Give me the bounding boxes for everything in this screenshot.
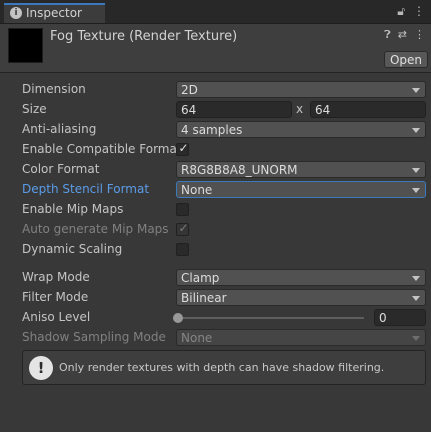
shadow-sampling-mode-label: Shadow Sampling Mode — [22, 330, 166, 344]
filter-mode-row: Filter Mode Bilinear — [0, 288, 431, 308]
help-box: ! Only render textures with depth can ha… — [22, 350, 426, 385]
dimension-dropdown[interactable]: 2D — [176, 81, 426, 98]
tab-inspector-label: Inspector — [26, 6, 82, 20]
size-width-field[interactable]: 64 — [176, 101, 292, 118]
chevron-down-icon — [412, 336, 420, 341]
enable-compatible-format-checkbox[interactable]: ✓ — [176, 141, 189, 156]
dynamic-scaling-row: Dynamic Scaling — [0, 240, 431, 260]
info-icon: i — [10, 7, 22, 19]
preset-icon[interactable]: ⇄ — [398, 28, 407, 42]
dimension-value: 2D — [181, 83, 198, 97]
chevron-down-icon — [412, 276, 420, 281]
wrap-mode-value: Clamp — [181, 271, 220, 285]
open-button[interactable]: Open — [384, 51, 428, 68]
checkmark-icon: ✓ — [178, 221, 189, 235]
more-vert-icon[interactable]: ⋮ — [413, 4, 425, 19]
wrap-mode-label: Wrap Mode — [22, 270, 90, 284]
enable-compatible-format-row: Enable Compatible Format ✓ — [0, 140, 431, 160]
asset-thumbnail — [8, 28, 43, 63]
enable-mip-maps-row: Enable Mip Maps — [0, 200, 431, 220]
filter-mode-dropdown[interactable]: Bilinear — [176, 289, 426, 306]
anti-aliasing-row: Anti-aliasing 4 samples — [0, 120, 431, 140]
chevron-down-icon — [412, 88, 420, 93]
anti-aliasing-label: Anti-aliasing — [22, 122, 97, 136]
depth-stencil-format-value: None — [181, 183, 213, 197]
size-separator: x — [296, 102, 304, 116]
shadow-sampling-mode-value: None — [181, 331, 213, 345]
asset-header: Fog Texture (Render Texture) ❓︎ ⇄ ⋮ Open — [0, 24, 431, 73]
checkmark-icon: ✓ — [178, 141, 189, 155]
help-text: Only render textures with depth can have… — [59, 361, 385, 374]
color-format-dropdown[interactable]: R8G8B8A8_UNORM — [176, 161, 426, 178]
tab-bar: i Inspector 🔓︎ ⋮ — [0, 0, 431, 24]
aniso-level-slider-track[interactable] — [178, 317, 364, 319]
aniso-level-slider-handle[interactable] — [173, 313, 183, 323]
dynamic-scaling-checkbox[interactable] — [176, 243, 189, 256]
lock-icon[interactable]: 🔓︎ — [397, 4, 405, 19]
exclamation-icon: ! — [29, 356, 53, 380]
size-label: Size — [22, 102, 47, 116]
anti-aliasing-value: 4 samples — [181, 123, 243, 137]
auto-generate-mip-maps-label: Auto generate Mip Maps — [22, 222, 169, 236]
enable-compatible-format-label: Enable Compatible Format — [22, 142, 182, 156]
size-row: Size 64 x 64 — [0, 100, 431, 120]
filter-mode-label: Filter Mode — [22, 290, 89, 304]
size-width-value: 64 — [181, 103, 197, 117]
help-icon[interactable]: ❓︎ — [384, 28, 391, 42]
aniso-level-row: Aniso Level 0 — [0, 308, 431, 328]
auto-generate-mip-maps-row: Auto generate Mip Maps ✓ — [0, 220, 431, 240]
aniso-level-value: 0 — [379, 311, 387, 325]
enable-mip-maps-label: Enable Mip Maps — [22, 202, 124, 216]
chevron-down-icon — [412, 188, 420, 193]
depth-stencil-format-dropdown[interactable]: None — [176, 181, 426, 198]
filter-mode-value: Bilinear — [181, 291, 227, 305]
dimension-row: Dimension 2D — [0, 80, 431, 100]
anti-aliasing-dropdown[interactable]: 4 samples — [176, 121, 426, 138]
depth-stencil-format-row: Depth Stencil Format None — [0, 180, 431, 200]
color-format-row: Color Format R8G8B8A8_UNORM — [0, 160, 431, 180]
more-vert-icon[interactable]: ⋮ — [414, 28, 425, 42]
wrap-mode-dropdown[interactable]: Clamp — [176, 269, 426, 286]
auto-generate-mip-maps-checkbox: ✓ — [176, 221, 189, 236]
color-format-label: Color Format — [22, 162, 100, 176]
aniso-level-label: Aniso Level — [22, 310, 91, 324]
size-height-value: 64 — [315, 103, 331, 117]
dimension-label: Dimension — [22, 82, 86, 96]
aniso-level-field[interactable]: 0 — [374, 309, 426, 326]
depth-stencil-format-label: Depth Stencil Format — [22, 182, 150, 196]
asset-title: Fog Texture (Render Texture) — [50, 29, 238, 44]
tab-inspector[interactable]: i Inspector — [4, 3, 105, 23]
wrap-mode-row: Wrap Mode Clamp — [0, 268, 431, 288]
dynamic-scaling-label: Dynamic Scaling — [22, 242, 123, 256]
enable-mip-maps-checkbox[interactable] — [176, 203, 189, 216]
size-height-field[interactable]: 64 — [310, 101, 426, 118]
chevron-down-icon — [412, 168, 420, 173]
shadow-sampling-mode-dropdown: None — [176, 329, 426, 346]
chevron-down-icon — [412, 128, 420, 133]
chevron-down-icon — [412, 296, 420, 301]
color-format-value: R8G8B8A8_UNORM — [181, 163, 298, 177]
shadow-sampling-mode-row: Shadow Sampling Mode None — [0, 328, 431, 348]
